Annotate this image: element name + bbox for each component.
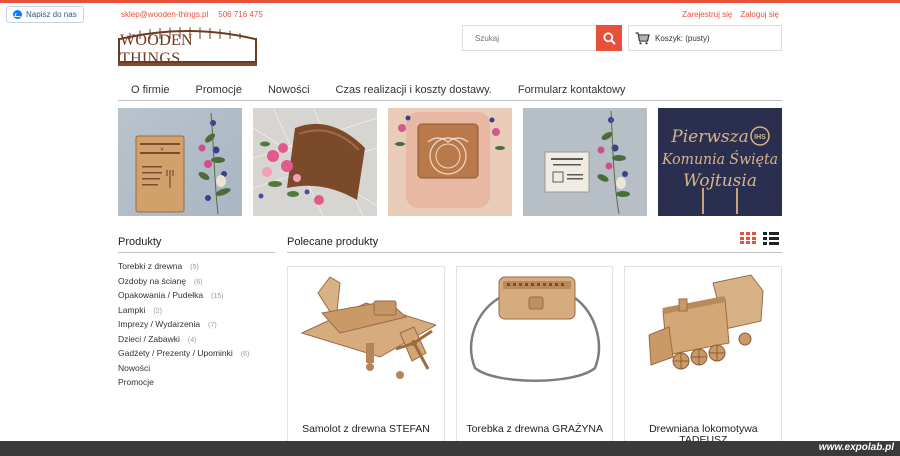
category-list: Torebki z drewna (5) Ozdoby na ścianę (6) … <box>118 260 249 391</box>
topper-line-3: Wojtusia <box>683 171 757 191</box>
category-label: Gadżety / Prezenty / Upominki <box>118 348 233 358</box>
messenger-icon <box>13 10 22 19</box>
category-item[interactable]: Opakowania / Pudełka (15) <box>118 289 249 304</box>
logo-bar <box>118 63 257 66</box>
product-name[interactable]: Samolot z drewna STEFAN <box>288 424 444 435</box>
category-item[interactable]: Lampki (2) <box>118 304 249 319</box>
category-label: Nowości <box>118 362 151 373</box>
airplane-product-image <box>300 276 436 379</box>
locomotive-product-image <box>648 274 764 370</box>
footer-bar <box>0 441 900 456</box>
nav-item-new[interactable]: Nowości <box>255 82 323 100</box>
category-count: (2) <box>153 307 162 315</box>
category-label: Torebki z drewna <box>118 261 183 271</box>
contact-phone[interactable]: 506 716 475 <box>218 10 263 19</box>
wooden-box-flowers-image <box>253 108 377 216</box>
nav-item-contact-form[interactable]: Formularz kontaktowy <box>505 82 639 100</box>
product-card[interactable]: Drewniana lokomotywa TADEUSZ <box>624 266 783 446</box>
category-count: (5) <box>190 264 199 271</box>
banner-wooden-box-flowers[interactable] <box>253 108 377 216</box>
search-icon <box>602 31 616 45</box>
banner-row: Pierwsza IHS Komunia Święta Wojtusia <box>118 108 782 216</box>
category-label: Ozdoby na ścianę <box>118 275 187 286</box>
topper-line-2: Komunia Święta <box>661 150 778 168</box>
topper-badge-text: IHS <box>754 134 766 141</box>
category-count: (6) <box>194 278 203 286</box>
login-link[interactable]: Zaloguj się <box>740 10 779 19</box>
main-nav: O firmie Promocje Nowości Czas realizacj… <box>118 82 782 101</box>
banner-communion-topper[interactable]: Pierwsza IHS Komunia Święta Wojtusia <box>658 108 782 216</box>
messenger-button[interactable]: Napisz do nas <box>6 6 84 23</box>
top-accent-line <box>0 0 900 3</box>
product-name[interactable]: Torebka z drewna GRAŻYNA <box>457 424 613 435</box>
cake-topper-box-image <box>544 110 630 215</box>
nav-item-promotions[interactable]: Promocje <box>183 82 255 100</box>
product-card[interactable]: Samolot z drewna STEFAN <box>287 266 445 446</box>
cart-label: Koszyk: (pusty) <box>655 33 710 43</box>
contact-info: sklep@wooden-things.pl 506 716 475 <box>121 10 263 19</box>
category-label: Promocje <box>118 377 154 387</box>
category-item[interactable]: Promocje <box>118 376 249 391</box>
category-count: (15) <box>211 293 224 300</box>
category-label: Imprezy / Wydarzenia <box>118 319 201 329</box>
category-label: Lampki <box>118 304 146 315</box>
grid-view-icon[interactable] <box>740 232 756 245</box>
auth-links: Zarejestruj się Zaloguj się <box>682 10 779 19</box>
messenger-label: Napisz do nas <box>26 10 77 19</box>
category-label: Dzieci / Zabawki <box>118 333 180 344</box>
product-card[interactable]: Torebka z drewna GRAŻYNA <box>455 266 614 446</box>
cart-icon <box>635 31 650 44</box>
nav-item-about[interactable]: O firmie <box>118 82 183 100</box>
cart-button[interactable]: Koszyk: (pusty) <box>628 25 782 51</box>
nav-item-delivery[interactable]: Czas realizacji i koszty dostawy. <box>323 82 505 100</box>
search-box <box>462 25 622 51</box>
category-item[interactable]: Gadżety / Prezenty / Upominki (6) <box>118 347 249 362</box>
banner-pillow-box[interactable] <box>388 108 512 216</box>
category-label: Opakowania / Pudełka <box>118 290 204 300</box>
pillow-box-image <box>388 108 512 216</box>
list-view-icon[interactable] <box>763 232 779 245</box>
contact-email[interactable]: sklep@wooden-things.pl <box>121 10 208 19</box>
category-item[interactable]: Nowości <box>118 362 249 377</box>
wooden-bag-product-image <box>469 276 600 382</box>
category-item[interactable]: Dzieci / Zabawki (4) <box>118 333 249 348</box>
category-count: (7) <box>208 322 217 329</box>
search-input[interactable] <box>463 26 597 50</box>
category-item[interactable]: Imprezy / Wydarzenia (7) <box>118 318 249 333</box>
sidebar-divider <box>118 252 275 253</box>
search-button[interactable] <box>596 25 622 51</box>
banner-cake-topper-box[interactable] <box>523 108 647 216</box>
featured-title: Polecane produkty <box>287 236 379 248</box>
watermark: www.expolab.pl <box>818 442 894 453</box>
category-item[interactable]: Ozdoby na ścianę (6) <box>118 275 249 290</box>
site-logo[interactable]: WOODEN THINGS <box>118 27 257 67</box>
banner-wooden-board[interactable] <box>118 108 242 216</box>
topper-line-1: Pierwsza <box>670 127 748 147</box>
register-link[interactable]: Zarejestruj się <box>682 10 732 19</box>
communion-topper-image: Pierwsza IHS Komunia Święta Wojtusia <box>661 126 778 214</box>
featured-divider <box>287 252 782 253</box>
logo-box: WOODEN THINGS <box>118 32 257 67</box>
category-item[interactable]: Torebki z drewna (5) <box>118 260 249 275</box>
product-grid: Samolot z drewna STEFAN Torebka z drewna… <box>287 266 783 446</box>
sidebar-title: Produkty <box>118 236 162 248</box>
category-count: (6) <box>240 351 250 358</box>
wooden-board-image <box>135 112 231 215</box>
category-count: (4) <box>187 336 197 344</box>
